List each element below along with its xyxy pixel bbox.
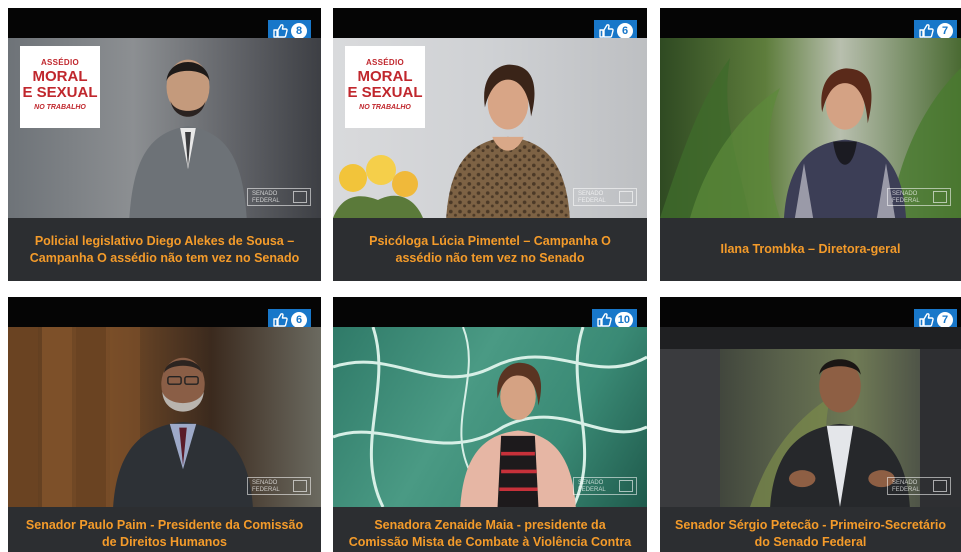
like-count: 7 [937,23,953,39]
video-thumbnail[interactable]: ASSÉDIO MORAL E SEXUAL NO TRABALHO SENAD… [8,38,321,218]
like-count: 6 [291,312,307,328]
senado-logo-icon [293,480,307,492]
flowers-decoration [333,155,423,218]
video-thumbnail[interactable]: SENADO FEDERAL [333,327,647,507]
thumbs-up-icon [919,24,934,38]
senado-logo-icon [293,191,307,203]
senado-watermark: SENADO FEDERAL [887,188,951,206]
video-card[interactable]: 7 SENADO FEDERAL Ilana Trombka – Diretor… [660,8,961,281]
video-grid: 8 ASSÉDIO MORAL E SEXUAL NO TRABALHO SEN… [0,0,961,552]
video-card[interactable]: 6 SENADO FEDERAL Senador Paulo Paim - Pr… [8,297,321,552]
thumbs-up-icon [273,24,288,38]
video-title[interactable]: Ilana Trombka – Diretora-geral [660,218,961,281]
like-count: 6 [617,23,633,39]
like-count: 7 [937,312,953,328]
thumbs-up-icon [919,313,934,327]
video-title[interactable]: Senadora Zenaide Maia - presidente da Co… [333,507,647,552]
senado-logo-icon [619,191,633,203]
like-count: 8 [291,23,307,39]
campaign-logo: ASSÉDIO MORAL E SEXUAL NO TRABALHO [20,46,100,128]
senado-watermark: SENADO FEDERAL [887,477,951,495]
thumbs-up-icon [597,313,612,327]
speaker-figure [113,357,253,507]
speaker-figure [460,362,576,507]
video-title[interactable]: Psicóloga Lúcia Pimentel – Campanha O as… [333,218,647,281]
senado-watermark: SENADO FEDERAL [247,477,311,495]
video-card[interactable]: 10 SENADO FEDERAL Senadora Zenaide Maia … [333,297,647,552]
senado-logo-icon [619,480,633,492]
senado-logo-icon [933,191,947,203]
video-thumbnail[interactable]: SENADO FEDERAL [660,38,961,218]
like-count: 10 [614,312,633,328]
video-thumbnail[interactable]: SENADO FEDERAL [8,327,321,507]
senado-watermark: SENADO FEDERAL [573,477,637,495]
senado-logo-icon [933,480,947,492]
thumbs-up-icon [599,24,614,38]
video-card[interactable]: 7 SENADO FEDERAL Senador Sérgio Petecão … [660,297,961,552]
speaker-figure [446,64,570,218]
video-card[interactable]: 6 ASSÉDIO MORAL E SEXUAL NO TRABALHO SEN… [333,8,647,281]
senado-watermark: SENADO FEDERAL [247,188,311,206]
thumbs-up-icon [273,313,288,327]
video-title[interactable]: Senador Sérgio Petecão - Primeiro-Secret… [660,507,961,552]
video-thumbnail[interactable]: SENADO FEDERAL [660,327,961,507]
video-title[interactable]: Senador Paulo Paim - Presidente da Comis… [8,507,321,552]
video-card[interactable]: 8 ASSÉDIO MORAL E SEXUAL NO TRABALHO SEN… [8,8,321,281]
video-thumbnail[interactable]: ASSÉDIO MORAL E SEXUAL NO TRABALHO SENAD… [333,38,647,218]
campaign-logo: ASSÉDIO MORAL E SEXUAL NO TRABALHO [345,46,425,128]
senado-watermark: SENADO FEDERAL [573,188,637,206]
video-title[interactable]: Policial legislativo Diego Alekes de Sou… [8,218,321,281]
speaker-figure [129,59,247,218]
